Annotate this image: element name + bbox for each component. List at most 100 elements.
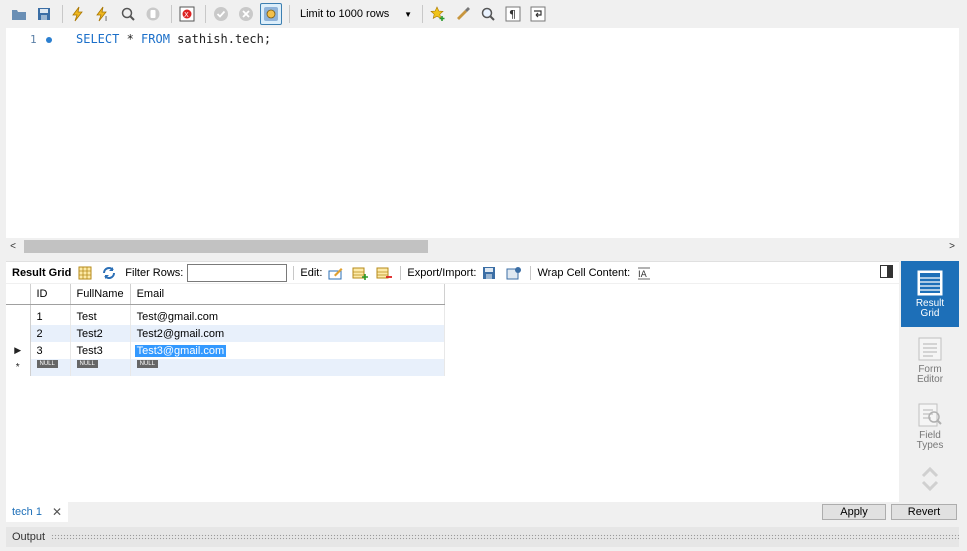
result-table: ID FullName Email 1 Test Test@gmail.com … <box>6 284 445 376</box>
table-header-row: ID FullName Email <box>6 284 445 305</box>
invisible-chars-pilcrow-icon[interactable]: ¶ <box>502 3 524 25</box>
column-header-fullname[interactable]: FullName <box>70 284 131 305</box>
execute-lightning-icon[interactable] <box>67 3 89 25</box>
query-toolbar: I X Limit to 1000 rows ▼ ¶ <box>0 0 967 28</box>
result-side-panel: Result Grid Form Editor Field Types <box>901 261 959 501</box>
result-tab-label: tech 1 <box>12 506 42 518</box>
table-row[interactable]: 2 Test2 Test2@gmail.com <box>6 325 445 342</box>
selected-cell-text: Test3@gmail.com <box>134 344 227 357</box>
filter-rows-label: Filter Rows: <box>125 266 184 279</box>
side-form-editor-button[interactable]: Form Editor <box>901 327 959 393</box>
wrap-lines-icon[interactable] <box>527 3 549 25</box>
result-grid-icon <box>917 270 943 295</box>
form-editor-icon <box>918 337 942 360</box>
wrap-cell-content-label: Wrap Cell Content: <box>537 266 631 279</box>
filter-rows-input[interactable] <box>187 263 288 282</box>
scroll-right-icon[interactable]: > <box>945 239 959 254</box>
stop-icon[interactable] <box>142 3 164 25</box>
save-icon[interactable] <box>33 3 55 25</box>
statement-marker-icon <box>46 37 52 43</box>
table-row[interactable]: 1 Test Test@gmail.com <box>6 308 445 325</box>
toolbar-separator <box>289 5 290 23</box>
chevron-down-icon: ▼ <box>404 9 412 19</box>
scroll-left-icon[interactable]: < <box>6 239 20 254</box>
new-row-asterisk-icon[interactable]: * <box>6 359 31 376</box>
apply-button[interactable]: Apply <box>822 504 886 520</box>
toolbar-separator <box>530 265 532 280</box>
result-tab[interactable]: tech 1 ✕ <box>6 502 69 522</box>
keyword-from: FROM <box>141 32 170 46</box>
limit-rows-label: Limit to 1000 rows <box>300 8 390 20</box>
cell-email[interactable]: Test2@gmail.com <box>130 325 445 342</box>
insert-row-icon[interactable] <box>350 264 370 282</box>
field-types-icon <box>918 403 942 426</box>
find-magnifier-icon[interactable] <box>477 3 499 25</box>
cell-id[interactable]: 1 <box>30 308 71 325</box>
explain-magnifier-icon[interactable] <box>117 3 139 25</box>
import-icon[interactable] <box>504 264 524 282</box>
close-icon[interactable]: ✕ <box>52 505 62 519</box>
cell-fullname[interactable]: Test2 <box>70 325 131 342</box>
svg-text:IA: IA <box>638 270 648 280</box>
result-grid[interactable]: ID FullName Email 1 Test Test@gmail.com … <box>6 284 899 502</box>
column-header-email[interactable]: Email <box>130 284 445 305</box>
table-row[interactable]: ▶ 3 Test3 Test3@gmail.com <box>6 342 445 359</box>
stop-on-error-icon[interactable]: X <box>176 3 198 25</box>
edit-row-icon[interactable] <box>326 264 346 282</box>
null-badge: NULL <box>76 359 98 368</box>
side-scroll-chevron-icon[interactable] <box>901 459 959 499</box>
row-header-corner <box>6 284 31 305</box>
side-result-grid-button[interactable]: Result Grid <box>901 261 959 327</box>
null-badge: NULL <box>36 359 58 368</box>
cell-email-selected[interactable]: Test3@gmail.com <box>130 342 445 359</box>
wrap-cell-icon[interactable]: IA <box>634 264 654 282</box>
toolbar-separator <box>422 5 423 23</box>
grid-view-icon[interactable] <box>75 264 95 282</box>
cell-id[interactable]: 3 <box>30 342 71 359</box>
editor-horizontal-scrollbar[interactable]: < > <box>6 239 959 254</box>
toolbar-separator <box>62 5 63 23</box>
cell-id[interactable]: 2 <box>30 325 71 342</box>
beautify-brush-icon[interactable] <box>452 3 474 25</box>
query-star: * <box>119 32 142 46</box>
limit-rows-select[interactable]: Limit to 1000 rows ▼ <box>294 4 418 24</box>
output-panel-header[interactable]: Output <box>6 527 959 547</box>
side-form-editor-label: Form Editor <box>916 363 944 385</box>
toolbar-separator <box>171 5 172 23</box>
cell-fullname-null[interactable]: NULL <box>70 359 131 376</box>
result-grid-label: Result Grid <box>12 266 72 279</box>
svg-text:X: X <box>184 11 189 19</box>
autocommit-toggle-icon[interactable] <box>260 3 282 25</box>
row-header[interactable] <box>6 308 31 325</box>
cell-email[interactable]: Test@gmail.com <box>130 308 445 325</box>
output-label: Output <box>12 531 46 543</box>
column-header-id[interactable]: ID <box>30 284 71 305</box>
sql-query-text[interactable]: SELECT * FROM sathish.tech; <box>76 32 271 46</box>
svg-text:¶: ¶ <box>509 8 516 21</box>
cell-email-null[interactable]: NULL <box>130 359 445 376</box>
revert-button[interactable]: Revert <box>891 504 957 520</box>
add-snippet-star-icon[interactable] <box>427 3 449 25</box>
toggle-side-panel-icon[interactable] <box>880 265 893 278</box>
refresh-icon[interactable] <box>99 264 119 282</box>
rollback-x-icon[interactable] <box>235 3 257 25</box>
side-field-types-label: Field Types <box>916 429 944 451</box>
current-row-arrow-icon[interactable]: ▶ <box>6 342 31 359</box>
row-header[interactable] <box>6 325 31 342</box>
cell-fullname[interactable]: Test <box>70 308 131 325</box>
export-import-label: Export/Import: <box>407 266 477 279</box>
table-row-new[interactable]: * NULL NULL NULL <box>6 359 445 376</box>
result-tabs-bar: tech 1 ✕ Apply Revert <box>6 502 959 522</box>
sql-editor[interactable]: 1 SELECT * FROM sathish.tech; <box>6 28 959 238</box>
cell-id-null[interactable]: NULL <box>30 359 71 376</box>
side-field-types-button[interactable]: Field Types <box>901 393 959 459</box>
drag-handle[interactable] <box>51 534 959 540</box>
commit-check-icon[interactable] <box>210 3 232 25</box>
delete-row-icon[interactable] <box>374 264 394 282</box>
cell-fullname[interactable]: Test3 <box>70 342 131 359</box>
export-icon[interactable] <box>480 264 500 282</box>
execute-current-statement-icon[interactable]: I <box>92 3 114 25</box>
open-folder-icon[interactable] <box>8 3 30 25</box>
line-number: 1 <box>30 33 37 46</box>
scrollbar-thumb[interactable] <box>24 240 428 253</box>
